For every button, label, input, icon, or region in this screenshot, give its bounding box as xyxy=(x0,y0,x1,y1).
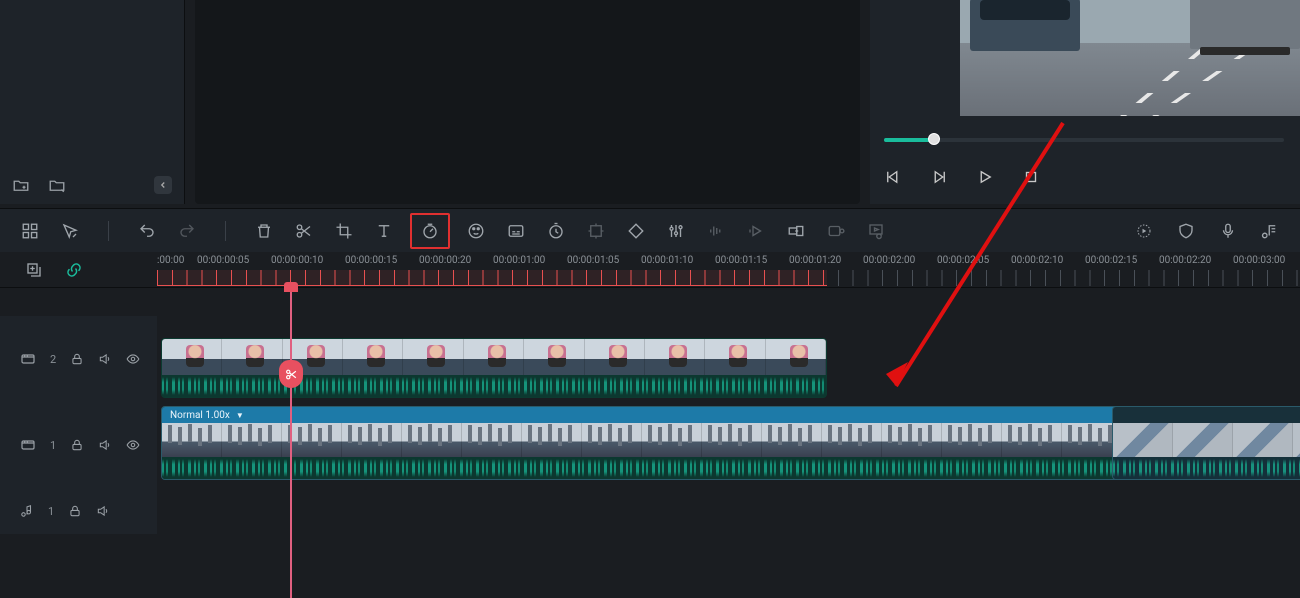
music-list-icon[interactable] xyxy=(1260,221,1280,241)
mute-track-icon[interactable] xyxy=(98,352,112,366)
new-folder-icon[interactable] xyxy=(12,176,30,194)
timeline-ruler[interactable]: :00:0000:00:00:0500:00:00:1000:00:00:150… xyxy=(157,252,1300,287)
ruler-tick-label: 00:00:02:15 xyxy=(1085,255,1159,266)
ruler-tick-label: :00:00 xyxy=(157,255,197,266)
ruler-tick-label: 00:00:01:10 xyxy=(641,255,715,266)
timeline-tracks: 2 ▸ 20230706_005958 1 xyxy=(0,288,1300,534)
track-video-1: 1 Normal 1.00x ▼ ▸ 20220603_070551 Freez… xyxy=(0,402,1300,488)
ruler-tick-label: 00:00:02:20 xyxy=(1159,255,1233,266)
shield-icon[interactable] xyxy=(1176,221,1196,241)
timeline-ruler-row: :00:0000:00:00:0500:00:00:1000:00:00:150… xyxy=(0,252,1300,288)
prev-frame-button[interactable] xyxy=(884,168,902,186)
ruler-tick-label: 00:00:01:20 xyxy=(789,255,863,266)
record-screen-icon[interactable] xyxy=(826,221,846,241)
cursor-tool-icon[interactable] xyxy=(60,221,80,241)
track-number: 2 xyxy=(50,353,56,366)
track-video-2: 2 ▸ 20230706_005958 xyxy=(0,316,1300,402)
color-palette-icon[interactable] xyxy=(466,221,486,241)
lock-track-icon[interactable] xyxy=(68,504,82,518)
mute-track-icon[interactable] xyxy=(96,504,110,518)
redo-icon[interactable] xyxy=(177,221,197,241)
ruler-tick-label: 00:00:02:05 xyxy=(937,255,1011,266)
video-track-icon xyxy=(20,351,36,367)
text-icon[interactable] xyxy=(374,221,394,241)
playhead-scissors-badge[interactable] xyxy=(279,360,303,388)
chevron-down-icon[interactable]: ▼ xyxy=(236,411,244,420)
mute-track-icon[interactable] xyxy=(98,438,112,452)
marker-spin-icon[interactable] xyxy=(1134,221,1154,241)
expand-icon[interactable] xyxy=(586,221,606,241)
stop-button[interactable] xyxy=(1022,168,1040,186)
ruler-tick-label: 00:00:02:10 xyxy=(1011,255,1085,266)
visibility-icon[interactable] xyxy=(126,352,140,366)
collapse-panel-button[interactable] xyxy=(154,176,172,194)
undo-icon[interactable] xyxy=(137,221,157,241)
program-monitor-video xyxy=(960,0,1300,116)
clip-video-2[interactable]: ▸ 20230706_005958 xyxy=(161,338,827,398)
media-library-panel xyxy=(0,0,185,204)
layout-grid-icon[interactable] xyxy=(20,221,40,241)
transform-icon[interactable] xyxy=(786,221,806,241)
ruler-tick-label: 00:00:01:15 xyxy=(715,255,789,266)
ruler-tick-label: 00:00:01:00 xyxy=(493,255,567,266)
track-number: 1 xyxy=(48,505,54,518)
lock-track-icon[interactable] xyxy=(70,438,84,452)
track-number: 1 xyxy=(50,439,56,452)
audio-track-icon xyxy=(20,504,34,518)
clip-freeze-frame[interactable]: Freeze Frame xyxy=(1112,406,1300,480)
render-preview-icon[interactable] xyxy=(866,221,886,241)
mask-icon[interactable] xyxy=(626,221,646,241)
microphone-icon[interactable] xyxy=(1218,221,1238,241)
link-tracks-icon[interactable] xyxy=(64,260,84,280)
folder-link-icon[interactable] xyxy=(48,176,66,194)
timer-icon[interactable] xyxy=(546,221,566,241)
speed-tool-highlight xyxy=(410,213,450,249)
subtitle-icon[interactable] xyxy=(506,221,526,241)
clip-speed-label: Normal 1.00x xyxy=(170,410,230,421)
lock-track-icon[interactable] xyxy=(70,352,84,366)
visibility-icon[interactable] xyxy=(126,438,140,452)
source-preview-panel xyxy=(195,0,860,204)
ruler-tick-label: 00:00:00:10 xyxy=(271,255,345,266)
track-audio-1: 1 xyxy=(0,488,1300,534)
delete-icon[interactable] xyxy=(254,221,274,241)
scissors-icon[interactable] xyxy=(294,221,314,241)
zoom-slider[interactable] xyxy=(884,138,1284,142)
ruler-tick-label: 00:00:00:20 xyxy=(419,255,493,266)
timeline-toolbar xyxy=(0,208,1300,252)
play-button[interactable] xyxy=(976,168,994,186)
ruler-tick-label: 00:00:02:00 xyxy=(863,255,937,266)
voiceover-icon[interactable] xyxy=(746,221,766,241)
ruler-tick-label: 00:00:01:05 xyxy=(567,255,641,266)
next-frame-button[interactable] xyxy=(930,168,948,186)
crop-icon[interactable] xyxy=(334,221,354,241)
program-monitor-panel xyxy=(870,0,1300,204)
video-track-icon xyxy=(20,437,36,453)
audio-bars-icon[interactable] xyxy=(706,221,726,241)
speed-icon[interactable] xyxy=(420,221,440,241)
ruler-tick-label: 00:00:00:05 xyxy=(197,255,271,266)
add-track-icon[interactable] xyxy=(24,260,44,280)
ruler-tick-label: 00:00:03:00 xyxy=(1233,255,1300,266)
sliders-icon[interactable] xyxy=(666,221,686,241)
ruler-tick-label: 00:00:00:15 xyxy=(345,255,419,266)
